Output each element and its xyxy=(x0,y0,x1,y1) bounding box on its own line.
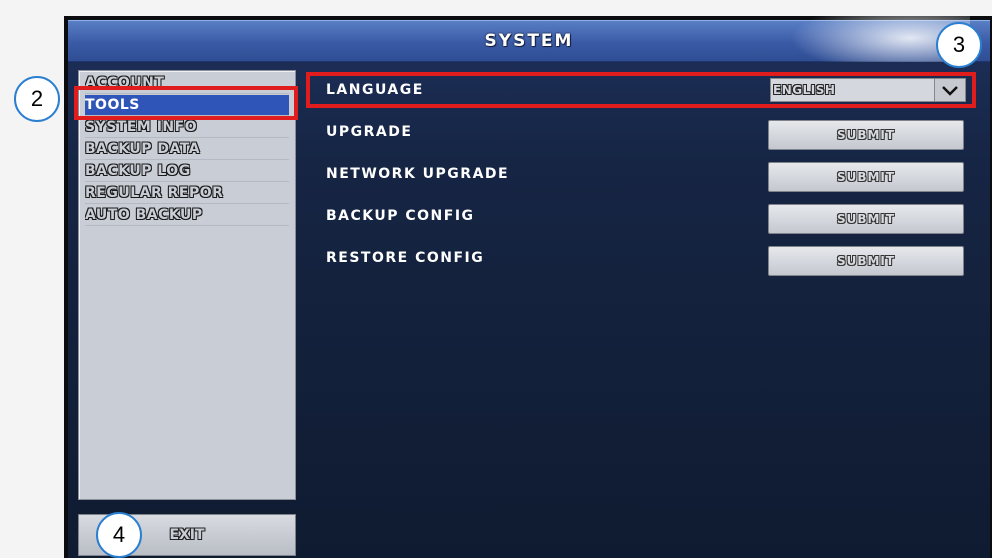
upgrade-label: UPGRADE xyxy=(326,124,413,140)
highlight-tools xyxy=(74,86,298,120)
restore-config-submit-button[interactable]: SUBMIT xyxy=(768,246,964,276)
sidebar-item-backup-log[interactable]: BACKUP LOG xyxy=(85,161,289,182)
highlight-language xyxy=(306,72,976,108)
backup-config-submit-button[interactable]: SUBMIT xyxy=(768,204,964,234)
network-upgrade-submit-button[interactable]: SUBMIT xyxy=(768,162,964,192)
sidebar-item-regular-report[interactable]: REGULAR REPOR xyxy=(85,183,289,204)
backup-config-label: BACKUP CONFIG xyxy=(326,208,475,224)
callout-4: 4 xyxy=(96,512,142,558)
title-bar: SYSTEM xyxy=(68,16,990,80)
tools-panel: LANGUAGE ENGLISH UPGRADE SUBMIT NETWORK … xyxy=(302,68,974,538)
sidebar-item-auto-backup[interactable]: AUTO BACKUP xyxy=(85,205,289,226)
sidebar-menu: ACCOUNT TOOLS SYSTEM INFO BACKUP DATA BA… xyxy=(78,70,296,500)
sidebar-item-system-info[interactable]: SYSTEM INFO xyxy=(85,117,289,138)
callout-3: 3 xyxy=(936,22,982,68)
callout-2: 2 xyxy=(14,76,60,122)
dialog-body: ACCOUNT TOOLS SYSTEM INFO BACKUP DATA BA… xyxy=(68,62,990,558)
upgrade-submit-button[interactable]: SUBMIT xyxy=(768,120,964,150)
network-upgrade-label: NETWORK UPGRADE xyxy=(326,166,510,182)
restore-config-label: RESTORE CONFIG xyxy=(326,250,485,266)
sidebar-item-backup-data[interactable]: BACKUP DATA xyxy=(85,139,289,160)
